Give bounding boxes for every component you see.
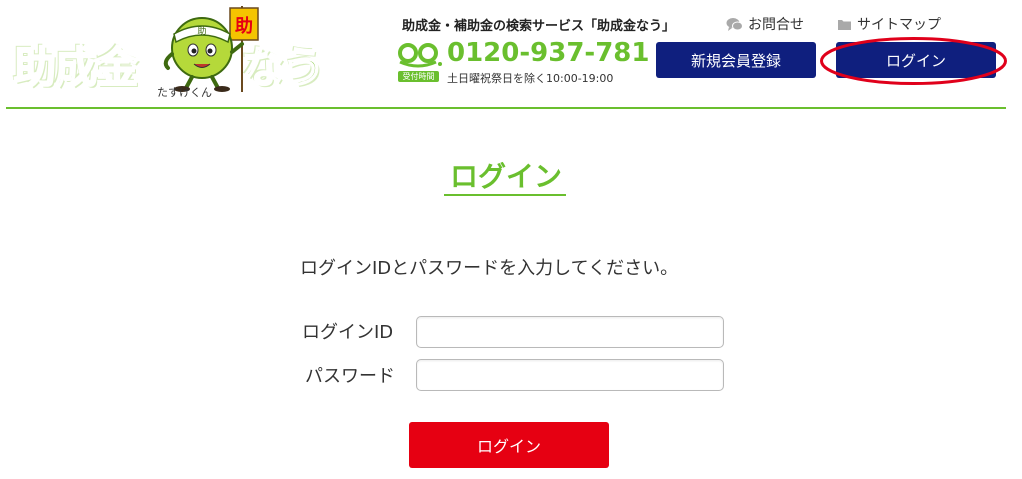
contact-link[interactable]: お問合せ xyxy=(726,14,804,34)
sitemap-link-label: サイトマップ xyxy=(857,17,941,33)
password-label: パスワード xyxy=(305,366,395,387)
phone-number[interactable]: 0120-937-781 xyxy=(447,38,650,68)
logo-text-right: なう xyxy=(241,42,326,93)
hours-badge: 受付時間 xyxy=(398,71,439,82)
header-divider xyxy=(6,107,1006,109)
sitemap-link[interactable]: サイトマップ xyxy=(837,14,941,34)
mascot-caption: たすけくん xyxy=(157,86,212,99)
register-button[interactable]: 新規会員登録 xyxy=(656,42,816,78)
password-input[interactable] xyxy=(416,359,724,391)
login-submit-button[interactable]: ログイン xyxy=(409,422,609,468)
contact-link-label: お問合せ xyxy=(748,17,804,33)
login-instruction: ログインIDとパスワードを入力してください。 xyxy=(300,258,679,279)
speech-bubble-icon xyxy=(726,17,743,31)
site-tagline: 助成金・補助金の検索サービス「助成金なう」 xyxy=(402,19,676,34)
folder-icon xyxy=(838,19,851,30)
login-id-input[interactable] xyxy=(416,316,724,348)
page-title: ログイン xyxy=(449,160,562,193)
login-id-label: ログインID xyxy=(302,322,394,343)
site-header: 助成金 助 助 なう たすけくん 助成金・補助金の検索サービス「助成金なう」 お… xyxy=(0,0,1022,110)
title-underline xyxy=(444,194,566,196)
mascot-headband-char: 助 xyxy=(197,25,206,37)
logo-text-left: 助成金 xyxy=(13,42,139,93)
business-hours: 土日曜祝祭日を除く10:00-19:00 xyxy=(447,72,614,85)
header-login-button[interactable]: ログイン xyxy=(836,42,996,78)
